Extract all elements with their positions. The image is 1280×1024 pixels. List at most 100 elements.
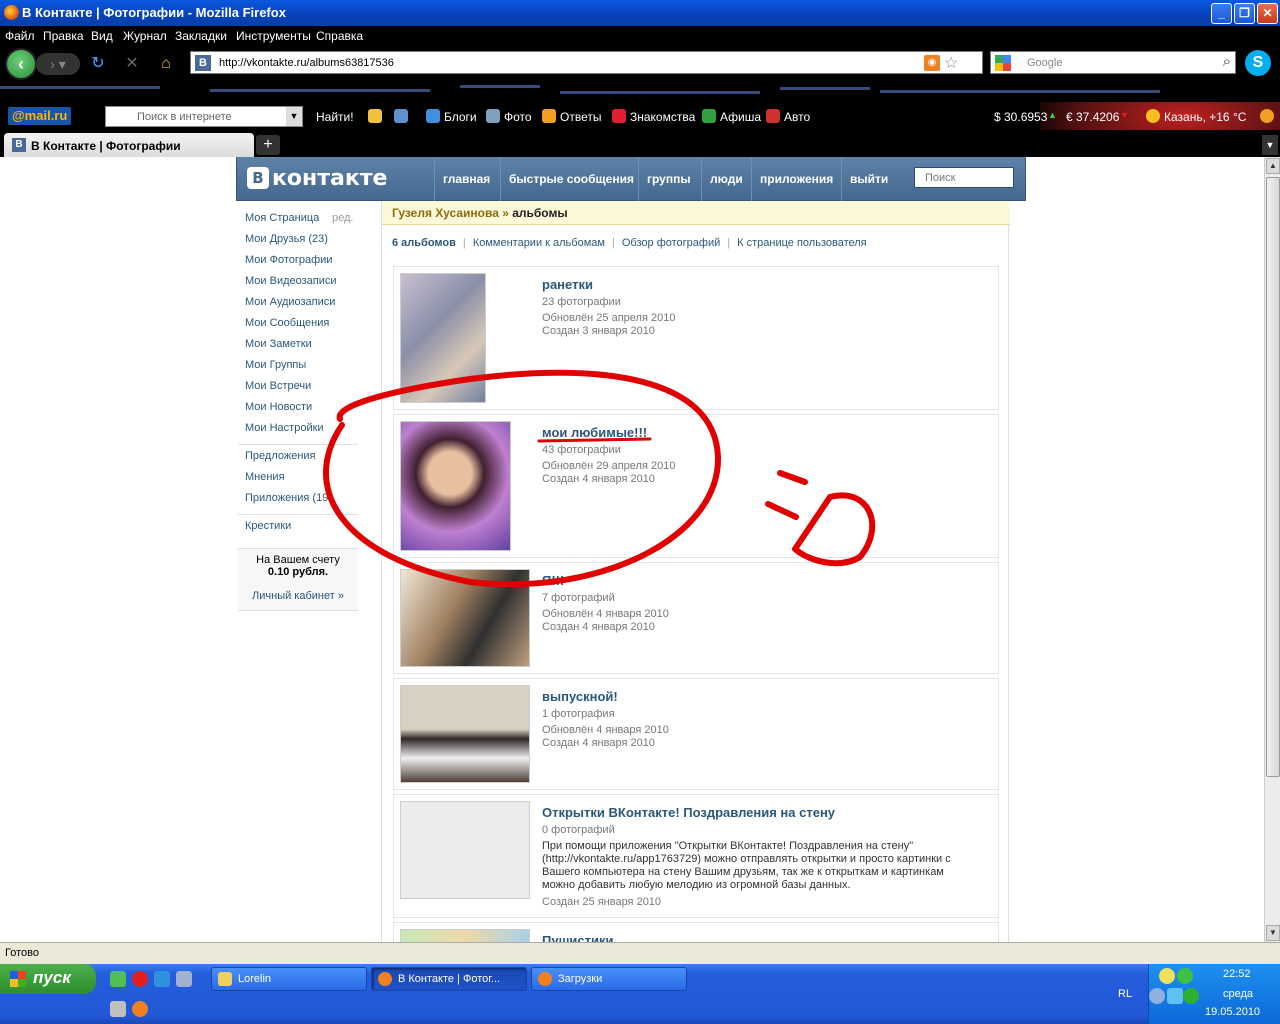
album-cover[interactable] [400,929,530,942]
tab-vkontakte[interactable]: B В Контакте | Фотографии [4,133,254,157]
album-cover[interactable] [400,685,530,783]
mailru-logo[interactable]: @mail.ru [8,107,72,125]
album-title[interactable]: Открытки ВКонтакте! Поздравления на стен… [542,805,835,820]
desktop-icon[interactable] [176,971,192,987]
vk-logo[interactable]: Вконтакте [247,166,387,191]
link-photo[interactable]: Фото [504,110,532,124]
menu-my-page[interactable]: Моя Страница ред. [245,212,353,228]
tray-icon[interactable] [1149,988,1165,1004]
url-bar[interactable]: B http://vkontakte.ru/albums63817536 ◉ ☆ [190,51,983,74]
menu-file[interactable]: Файл [5,29,35,43]
menu-my-photos[interactable]: Мои Фотографии [245,254,332,270]
nav-messages[interactable]: быстрые сообщения [500,157,642,201]
edit-link[interactable]: ред. [332,212,353,224]
link-dating[interactable]: Знакомства [630,110,695,124]
gear-icon[interactable] [1260,109,1274,123]
menu-applications[interactable]: Приложения (19 [245,492,328,508]
nav-logout[interactable]: выйти [841,157,896,201]
link-auto[interactable]: Авто [784,110,810,124]
link-blogs[interactable]: Блоги [444,110,477,124]
quicklaunch-icon[interactable] [110,1001,126,1017]
find-button[interactable]: Найти! [316,110,354,124]
pencil-icon[interactable] [368,109,382,123]
scroll-thumb[interactable] [1266,177,1280,777]
search-icon[interactable]: ⌕ [1223,53,1231,70]
stop-icon[interactable]: ✕ [122,54,142,74]
menu-opinions[interactable]: Мнения [245,471,285,487]
task-vkontakte[interactable]: В Контакте | Фотог... [371,967,527,991]
menu-help[interactable]: Справка [316,29,363,43]
breadcrumb-user[interactable]: Гузеля Хусаинова [392,206,499,220]
tray-icon[interactable] [1183,988,1199,1004]
album-cover[interactable] [400,273,486,403]
firefox-icon[interactable] [132,1001,148,1017]
link-answers[interactable]: Ответы [560,110,601,124]
quicklaunch-icon[interactable] [110,971,126,987]
forward-button[interactable]: › ▾ [36,53,80,75]
nav-people[interactable]: люди [701,157,751,201]
minimize-button[interactable]: _ [1211,3,1232,24]
menu-my-news[interactable]: Мои Новости [245,401,312,417]
home-icon[interactable]: ⌂ [156,54,176,74]
cabinet-link[interactable]: Личный кабинет » [238,590,358,602]
album-title[interactable]: Пушистики [542,933,614,942]
nav-home[interactable]: главная [434,157,498,201]
tray-icon[interactable] [1177,968,1193,984]
menu-my-notes[interactable]: Мои Заметки [245,338,312,354]
start-button[interactable]: пуск [0,964,96,994]
menu-my-messages[interactable]: Мои Сообщения [245,317,329,333]
album-title[interactable]: мои любимые!!! [542,425,647,440]
ie-icon[interactable] [154,971,170,987]
menu-view[interactable]: Вид [91,29,113,43]
tab-photo-overview[interactable]: Обзор фотографий [622,237,720,249]
menu-bookmarks[interactable]: Закладки [175,29,227,43]
album-cover[interactable] [400,569,530,667]
task-downloads[interactable]: Загрузки [531,967,687,991]
scroll-down-icon[interactable]: ▼ [1266,925,1280,941]
album-title[interactable]: выпускной! [542,689,618,704]
album-title[interactable]: ранетки [542,277,593,292]
tab-album-comments[interactable]: Комментарии к альбомам [473,237,605,249]
menu-my-groups[interactable]: Мои Группы [245,359,306,375]
web-search-box[interactable]: Google ⌕ [990,51,1236,74]
tray-icon[interactable] [1159,968,1175,984]
menu-my-events[interactable]: Мои Встречи [245,380,311,396]
menu-tools[interactable]: Инструменты [236,29,311,43]
reload-icon[interactable]: ↻ [88,54,108,74]
menu-my-audio[interactable]: Мои Аудиозаписи [245,296,335,312]
tab-user-page[interactable]: К странице пользователя [737,237,866,249]
task-lorelin[interactable]: Lorelin [211,967,367,991]
language-indicator[interactable]: RL [1118,988,1132,1000]
nav-groups[interactable]: группы [638,157,699,201]
album-cover[interactable] [400,421,511,551]
menu-my-videos[interactable]: Мои Видеозаписи [245,275,337,291]
mailru-search-input[interactable]: Поиск в интернете ▼ [105,106,303,127]
weather-text[interactable]: Казань, +16 °C [1164,110,1246,124]
menu-offers[interactable]: Предложения [245,450,316,466]
bookmark-star-icon[interactable]: ☆ [944,53,958,73]
tab-albums-count[interactable]: 6 альбомов [392,237,456,249]
menu-my-settings[interactable]: Мои Настройки [245,422,324,438]
skype-icon[interactable]: S [1245,50,1271,76]
opera-icon[interactable] [132,971,148,987]
maximize-button[interactable]: ❐ [1234,3,1255,24]
menu-my-friends[interactable]: Мои Друзья (23) [245,233,328,249]
rss-icon[interactable]: ◉ [924,55,940,71]
menu-history[interactable]: Журнал [123,29,167,43]
vk-search-input[interactable]: Поиск [914,167,1014,188]
chevron-down-icon[interactable]: ▼ [286,107,302,126]
tray-icon[interactable] [1167,988,1183,1004]
menu-tictactoe[interactable]: Крестики [245,520,291,536]
tab-list-button[interactable]: ▼ [1262,135,1278,155]
album-cover[interactable] [400,801,530,899]
window-icon[interactable] [394,109,408,123]
page-scrollbar[interactable]: ▲ ▼ [1264,157,1280,942]
new-tab-button[interactable]: + [256,135,280,155]
back-button[interactable]: ‹ [5,48,37,80]
nav-apps[interactable]: приложения [751,157,841,201]
menu-edit[interactable]: Правка [43,29,84,43]
close-button[interactable]: ✕ [1257,3,1278,24]
album-title[interactable]: Я!!! [542,573,564,588]
scroll-up-icon[interactable]: ▲ [1266,158,1280,174]
link-afisha[interactable]: Афиша [720,110,761,124]
